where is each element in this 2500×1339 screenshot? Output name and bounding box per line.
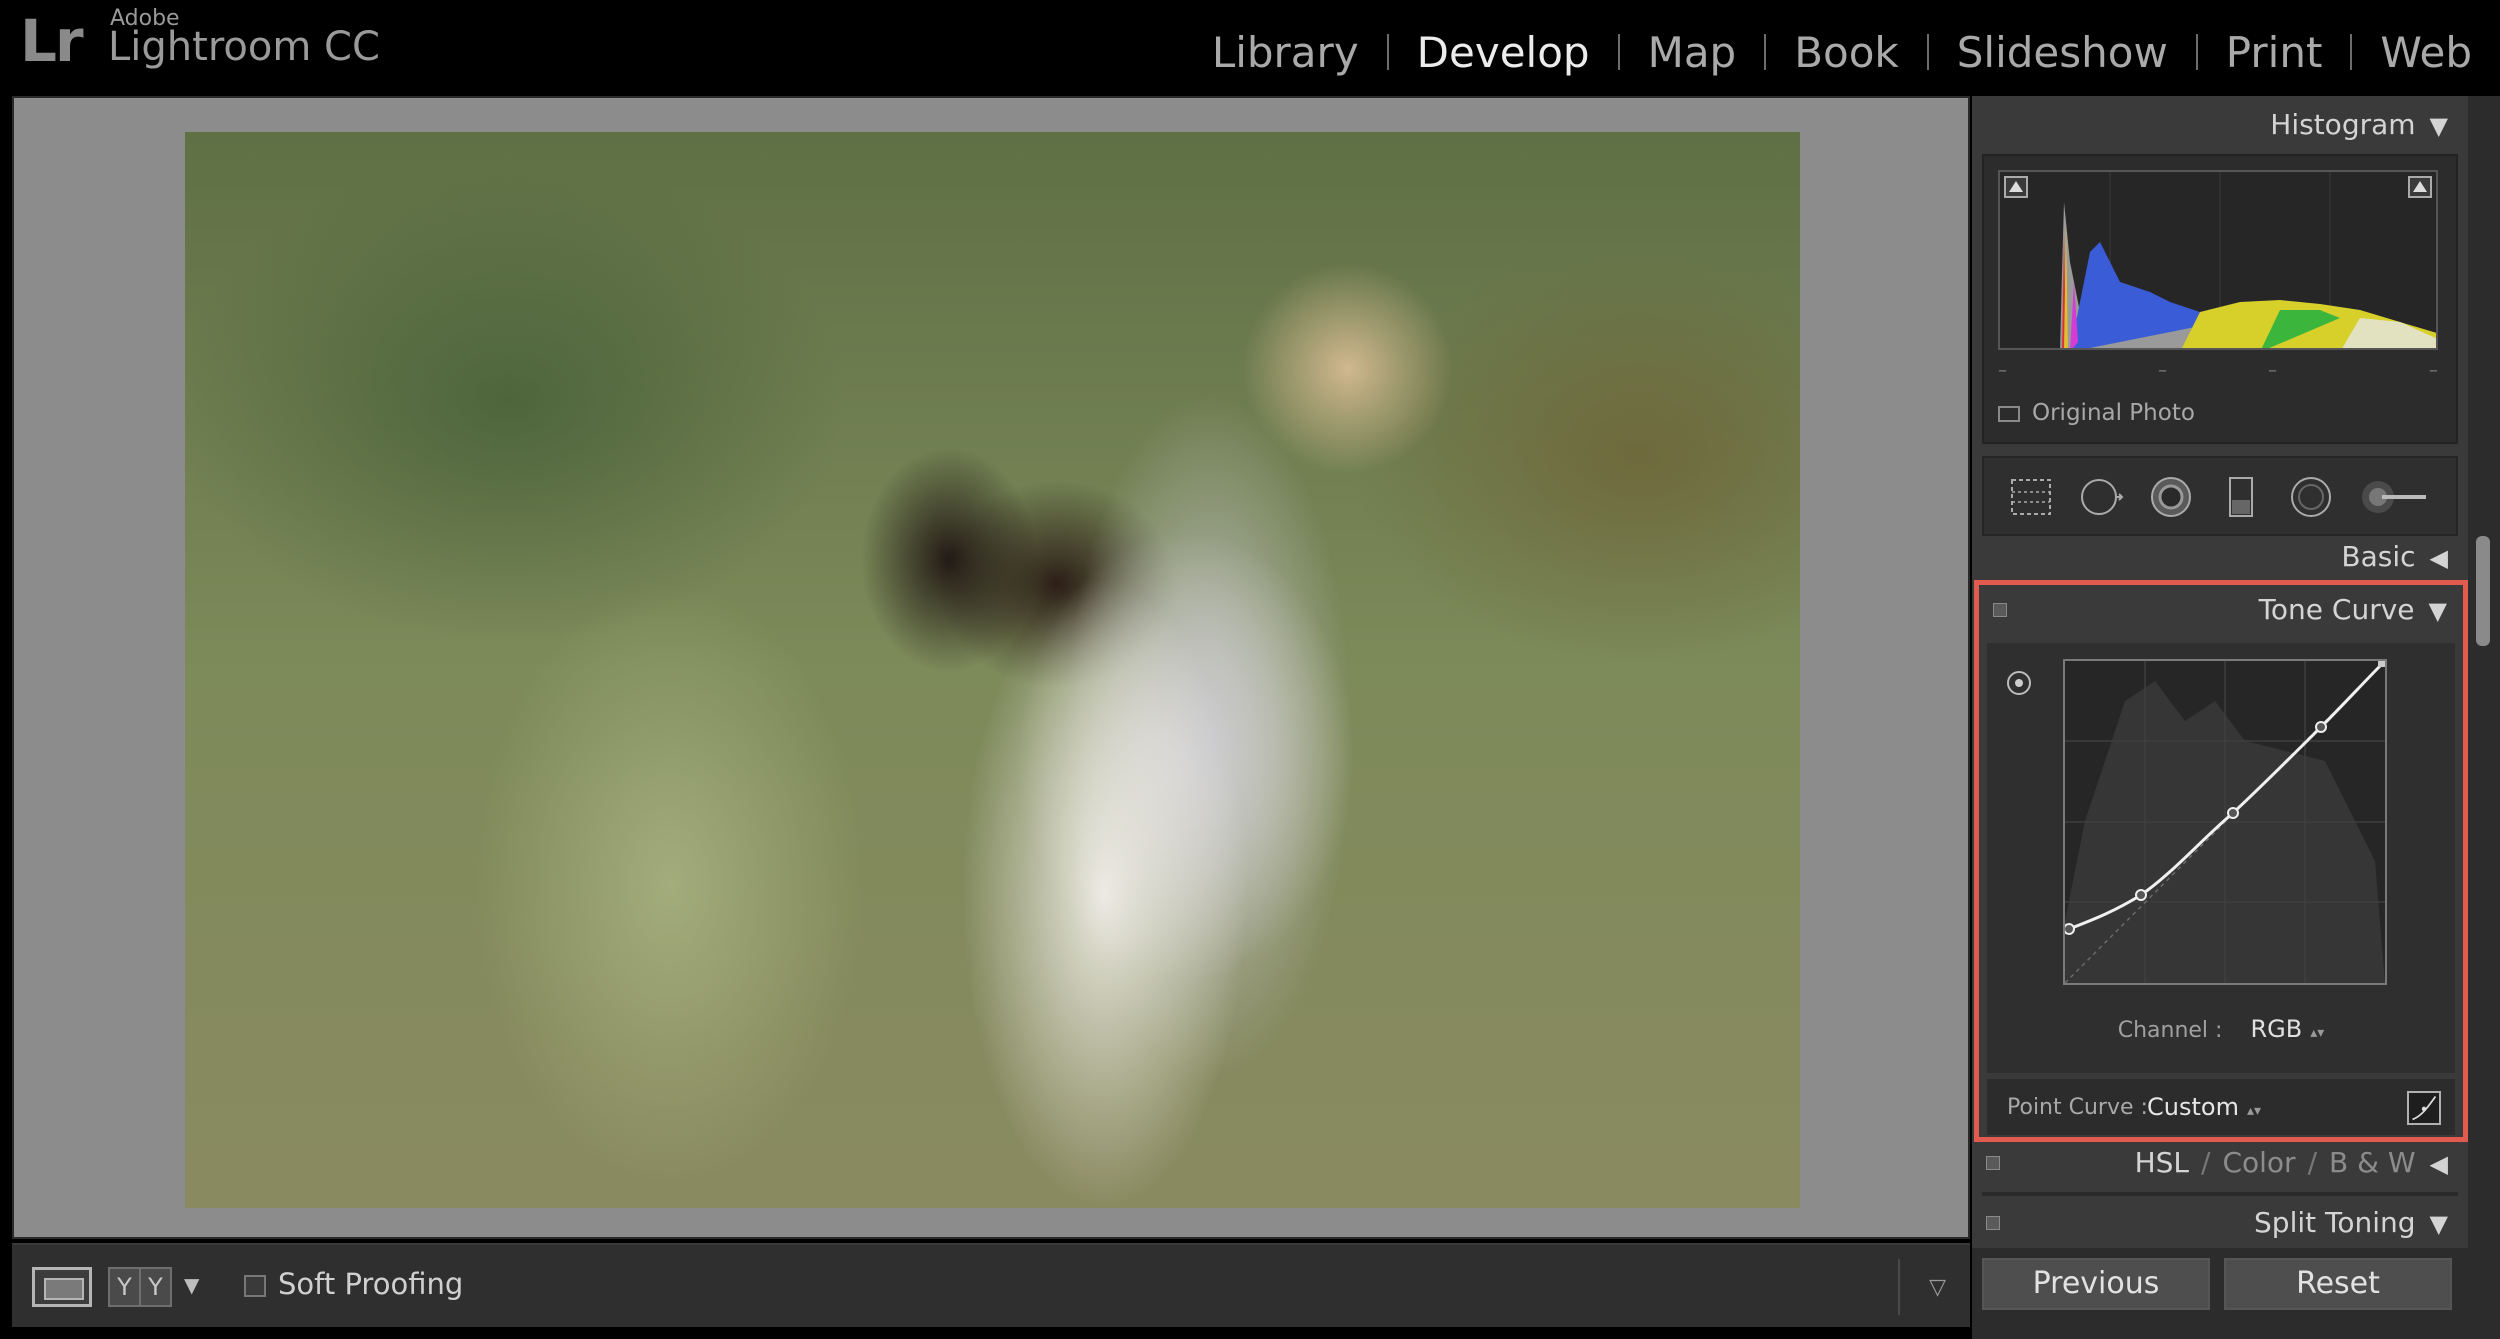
updown-arrows-icon: ▴▾ xyxy=(2246,1103,2262,1119)
panel-divider xyxy=(1982,1192,2458,1196)
hsl-color-bw-header: HSL / Color / B & W ◀ xyxy=(2135,1146,2448,1179)
graduated-filter-icon[interactable] xyxy=(2218,474,2264,520)
collapse-triangle-icon: ▼ xyxy=(2429,1210,2448,1238)
module-print[interactable]: Print xyxy=(2198,28,2351,77)
original-photo-checkbox[interactable] xyxy=(1998,406,2020,422)
updown-arrows-icon: ▴▾ xyxy=(2310,1025,2325,1041)
histogram-panel: – – – – Original Photo xyxy=(1982,154,2458,444)
readout-iso: – xyxy=(1998,360,2007,381)
toolbar-options-chevron-icon[interactable]: ▽ xyxy=(1929,1275,1946,1300)
point-curve-dropdown[interactable]: Custom ▴▾ xyxy=(2147,1093,2261,1121)
readout-focal: – xyxy=(2158,360,2167,381)
module-develop[interactable]: Develop xyxy=(1389,28,1618,77)
tone-curve-svg xyxy=(2063,658,2387,984)
adjustment-brush-icon[interactable] xyxy=(2360,474,2430,520)
readout-aperture: – xyxy=(2268,360,2277,381)
bw-tab[interactable]: B & W xyxy=(2329,1146,2416,1179)
top-bar: Lr Adobe Lightroom CC Library Develop Ma… xyxy=(0,0,2500,92)
expand-triangle-icon[interactable]: ◀ xyxy=(2430,1150,2448,1178)
module-library[interactable]: Library xyxy=(1184,28,1387,77)
after-label: Y xyxy=(148,1273,163,1301)
develop-right-panel: Histogram ▼ – – – – Original Photo Basic… xyxy=(1972,96,2468,1339)
histogram-graph[interactable] xyxy=(1998,170,2438,350)
highlight-clipping-button[interactable] xyxy=(2408,176,2432,198)
module-map[interactable]: Map xyxy=(1620,28,1765,77)
loupe-view-button[interactable] xyxy=(32,1267,92,1307)
tone-curve-title: Tone Curve xyxy=(2258,593,2415,626)
split-toning-toggle-switch[interactable] xyxy=(1986,1216,2000,1230)
point-curve-row: Point Curve : Custom ▴▾ xyxy=(1987,1079,2455,1135)
before-after-view-button[interactable]: Y Y xyxy=(108,1267,172,1307)
tool-strip xyxy=(1982,456,2458,536)
photo-preview[interactable] xyxy=(185,132,1800,1208)
right-panel-scrollbar[interactable] xyxy=(2468,96,2500,1339)
module-web[interactable]: Web xyxy=(2352,28,2500,77)
soft-proofing-label: Soft Proofing xyxy=(278,1267,464,1301)
tone-curve-header[interactable]: Tone Curve ▼ xyxy=(2259,593,2447,626)
expand-triangle-icon: ◀ xyxy=(2429,544,2448,572)
tone-curve-graph[interactable] xyxy=(2063,658,2387,985)
basic-header[interactable]: Basic ◀ xyxy=(2341,540,2448,573)
shadow-clipping-button[interactable] xyxy=(2004,176,2028,198)
readout-shutter: – xyxy=(2429,360,2438,381)
histogram-header[interactable]: Histogram ▼ xyxy=(2270,108,2448,141)
split-toning-header[interactable]: Split Toning ▼ xyxy=(2254,1206,2448,1239)
module-book[interactable]: Book xyxy=(1766,28,1927,77)
point-curve-label: Point Curve : xyxy=(2007,1095,2148,1120)
tone-curve-toggle-switch[interactable] xyxy=(1993,603,2007,617)
module-slideshow[interactable]: Slideshow xyxy=(1929,28,2196,77)
photo-subject xyxy=(825,162,1445,1208)
before-label: Y xyxy=(110,1269,141,1305)
product-name: Lightroom CC xyxy=(108,24,380,70)
basic-title: Basic xyxy=(2341,540,2416,573)
view-mode-caret-icon[interactable]: ▼ xyxy=(184,1273,199,1297)
original-photo-label: Original Photo xyxy=(2032,400,2195,426)
red-eye-icon[interactable] xyxy=(2148,474,2194,520)
hsl-toggle-switch[interactable] xyxy=(1986,1156,2000,1170)
tone-curve-editor: Channel : RGB ▴▾ xyxy=(1987,643,2455,1073)
color-tab[interactable]: Color xyxy=(2222,1146,2295,1179)
soft-proofing-checkbox[interactable] xyxy=(244,1275,266,1297)
previous-button[interactable]: Previous xyxy=(1982,1258,2210,1310)
split-toning-title: Split Toning xyxy=(2254,1206,2416,1239)
toolbar-divider xyxy=(1898,1259,1900,1315)
lightroom-logo-icon: Lr xyxy=(20,7,84,75)
collapse-triangle-icon: ▼ xyxy=(2428,597,2447,625)
channel-selector[interactable]: Channel : RGB ▴▾ xyxy=(1987,1015,2455,1043)
bottom-toolbar: Y Y ▼ Soft Proofing ▽ xyxy=(12,1243,1970,1327)
spot-removal-icon[interactable] xyxy=(2078,474,2124,520)
module-picker: Library Develop Map Book Slideshow Print… xyxy=(1184,24,2500,80)
histogram-chart xyxy=(2060,172,2436,348)
tone-curve-panel: Tone Curve ▼ Channel: RGB ▴▾ Point Curv… xyxy=(1974,580,2468,1142)
tab-separator: / xyxy=(2201,1146,2211,1179)
tab-separator: / xyxy=(2307,1146,2317,1179)
histogram-title: Histogram xyxy=(2270,108,2416,141)
collapse-triangle-icon: ▼ xyxy=(2429,112,2448,140)
point-curve-mode-icon[interactable] xyxy=(2407,1091,2441,1125)
scrollbar-thumb[interactable] xyxy=(2476,536,2490,646)
radial-filter-icon[interactable] xyxy=(2288,474,2334,520)
bottom-button-bar: Previous Reset xyxy=(1972,1248,2468,1339)
crop-overlay-icon[interactable] xyxy=(2008,474,2054,520)
reset-button[interactable]: Reset xyxy=(2224,1258,2452,1310)
hsl-tab[interactable]: HSL xyxy=(2135,1146,2189,1179)
targeted-adjustment-icon[interactable] xyxy=(2007,671,2031,695)
channel-label: Channel : xyxy=(2117,1018,2223,1043)
image-canvas[interactable] xyxy=(12,96,1970,1239)
channel-value: RGB xyxy=(2250,1015,2303,1043)
point-curve-value: Custom xyxy=(2147,1093,2239,1121)
